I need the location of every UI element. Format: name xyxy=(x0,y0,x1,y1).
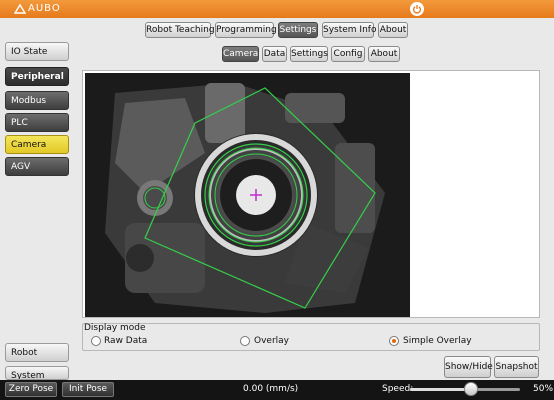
simple-overlay-label: Simple Overlay xyxy=(403,336,472,346)
sidebar-item-camera[interactable]: Camera xyxy=(5,135,69,154)
sidebar-item-system[interactable]: System xyxy=(5,366,69,380)
show-hide-button[interactable]: Show/Hide xyxy=(444,356,493,378)
power-button[interactable] xyxy=(410,2,424,16)
sidebar-item-modbus[interactable]: Modbus xyxy=(5,91,69,110)
zero-pose-button[interactable]: Zero Pose xyxy=(5,382,57,397)
init-pose-button[interactable]: Init Pose xyxy=(62,382,114,397)
tab-system-info[interactable]: System Info xyxy=(322,22,376,38)
overlay-label: Overlay xyxy=(254,336,289,346)
app-logo-text: AUBO xyxy=(28,3,61,14)
aubo-logo-icon xyxy=(14,3,26,14)
subtab-config[interactable]: Config xyxy=(331,46,365,62)
sidebar-item-io-state[interactable]: IO State xyxy=(5,42,69,61)
raw-data-label: Raw Data xyxy=(104,336,148,346)
sidebar-item-agv[interactable]: AGV xyxy=(5,157,69,176)
speed-readout: 0.00 (mm/s) xyxy=(243,384,299,394)
sidebar-item-plc[interactable]: PLC xyxy=(5,113,69,132)
tab-about[interactable]: About xyxy=(378,22,408,38)
power-icon xyxy=(412,5,422,14)
subtab-about[interactable]: About xyxy=(368,46,400,62)
sidebar-item-robot[interactable]: Robot xyxy=(5,343,69,362)
sidebar-item-peripheral[interactable]: Peripheral xyxy=(5,67,69,86)
raw-data-radio[interactable] xyxy=(91,336,101,346)
camera-view[interactable] xyxy=(85,73,410,317)
tab-robot-teaching[interactable]: Robot Teaching xyxy=(145,22,215,38)
subtab-camera[interactable]: Camera xyxy=(222,46,259,62)
simple-overlay-radio[interactable] xyxy=(389,336,399,346)
speed-slider-handle[interactable] xyxy=(464,382,478,396)
subtab-settings[interactable]: Settings xyxy=(290,46,328,62)
camera-feed-image xyxy=(85,73,410,317)
speed-label: Speed: xyxy=(382,384,414,394)
speed-percent: 50% xyxy=(533,384,554,394)
speed-slider-fill xyxy=(410,388,465,391)
subtab-data[interactable]: Data xyxy=(262,46,287,62)
tab-programming[interactable]: Programming xyxy=(215,22,277,38)
overlay-radio[interactable] xyxy=(240,336,250,346)
top-bar: AUBO xyxy=(0,0,554,18)
tab-settings[interactable]: Settings xyxy=(278,22,318,38)
display-mode-title: Display mode xyxy=(84,323,146,333)
snapshot-button[interactable]: Snapshot xyxy=(494,356,539,378)
